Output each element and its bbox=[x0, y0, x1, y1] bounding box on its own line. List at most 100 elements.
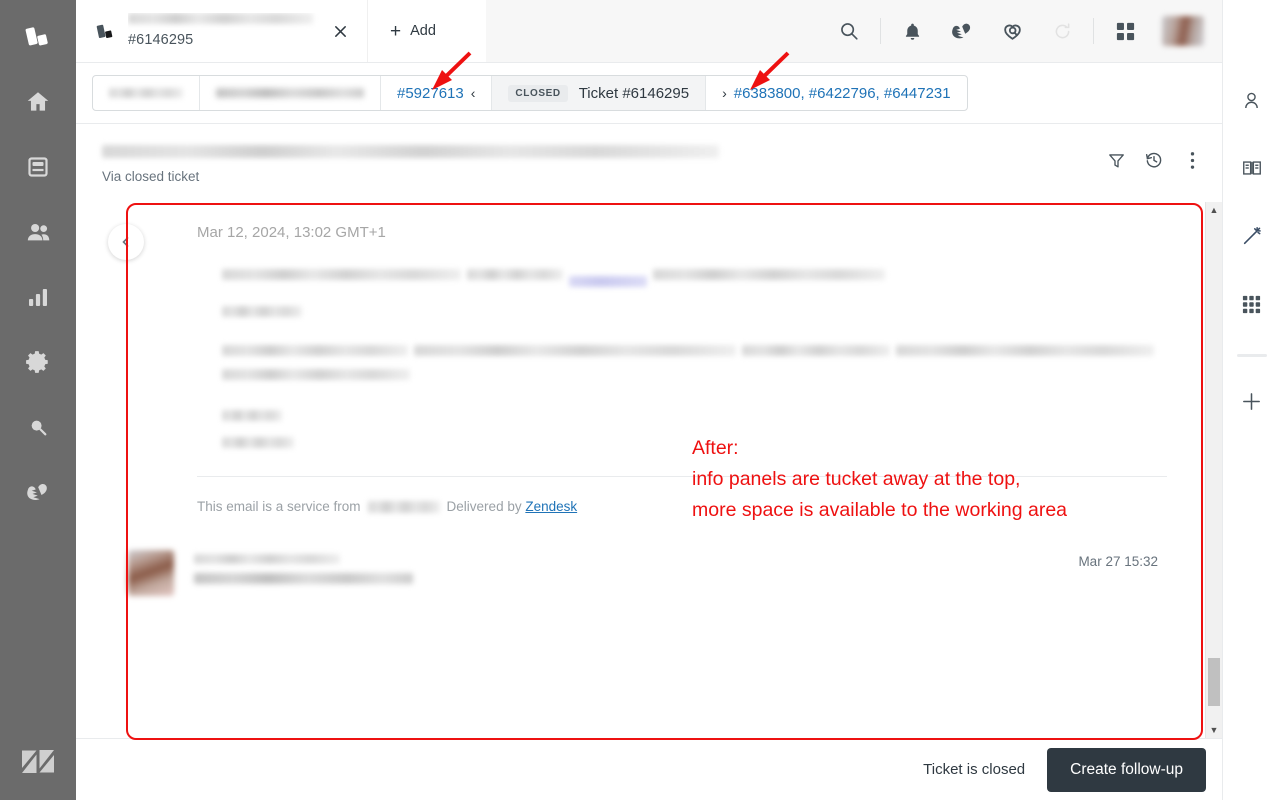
ticket-header: Via closed ticket bbox=[76, 124, 1222, 202]
product-tray-icon[interactable] bbox=[18, 18, 58, 58]
explore-q-icon[interactable] bbox=[987, 0, 1037, 63]
create-follow-up-button[interactable]: Create follow-up bbox=[1047, 747, 1206, 792]
tab-title-redacted bbox=[128, 13, 313, 24]
author-name-redacted bbox=[194, 554, 340, 564]
current-ticket-label: Ticket #6146295 bbox=[578, 84, 690, 102]
redacted-text bbox=[222, 269, 461, 280]
zendesk-logo bbox=[0, 746, 76, 776]
close-icon[interactable] bbox=[327, 18, 353, 44]
tab-title: #6146295 bbox=[128, 13, 327, 49]
redacted-text bbox=[222, 345, 408, 356]
redacted-text bbox=[222, 437, 294, 448]
email-footer-prefix: This email is a service from bbox=[197, 499, 361, 514]
sidebar-item-views[interactable] bbox=[16, 145, 60, 189]
redacted-text bbox=[222, 410, 282, 421]
message-signature bbox=[222, 410, 1192, 448]
divider bbox=[880, 18, 881, 44]
chevron-right-icon: › bbox=[722, 85, 727, 101]
event-timestamp: Mar 12, 2024, 13:02 GMT+1 bbox=[197, 224, 386, 241]
zendesk-agent-workspace: #6146295 + Add #5927613 ‹ CLOSED Ticket … bbox=[0, 0, 1280, 800]
breadcrumb-segment-2-redacted bbox=[216, 88, 364, 98]
ticket-header-actions bbox=[1100, 144, 1208, 176]
ticket-tab-active[interactable]: #6146295 bbox=[76, 0, 367, 62]
add-app-icon[interactable] bbox=[1232, 381, 1272, 421]
sidebar-item-search[interactable] bbox=[16, 405, 60, 449]
tabbar-spacer bbox=[486, 0, 824, 62]
next-comment-author bbox=[194, 550, 413, 596]
right-sidebar bbox=[1222, 0, 1280, 800]
breadcrumb-next-tickets[interactable]: › #6383800, #6422796, #6447231 bbox=[706, 76, 967, 110]
sidebar-item-reporting[interactable] bbox=[16, 275, 60, 319]
tab-ticket-id: #6146295 bbox=[128, 32, 194, 48]
sidebar-item-customers[interactable] bbox=[16, 210, 60, 254]
user-icon[interactable] bbox=[1232, 80, 1272, 120]
ticket-via-label: Via closed ticket bbox=[102, 169, 200, 184]
add-tab-label: Add bbox=[410, 23, 436, 39]
conversation-pane: Mar 12, 2024, 13:02 GMT+1 This email is … bbox=[76, 202, 1222, 738]
redacted-text bbox=[742, 345, 890, 356]
sidebar-item-explore[interactable] bbox=[16, 470, 60, 514]
chevron-left-icon: ‹ bbox=[470, 85, 476, 101]
prev-ticket-link: #5927613 bbox=[397, 84, 464, 102]
message-body bbox=[102, 241, 1192, 448]
breadcrumb-segment-2[interactable] bbox=[200, 76, 381, 110]
ticket-closed-status: Ticket is closed bbox=[923, 761, 1026, 778]
scroll-up-icon[interactable]: ▲ bbox=[1210, 202, 1219, 218]
left-sidebar bbox=[0, 0, 76, 800]
breadcrumb-pill-group: #5927613 ‹ CLOSED Ticket #6146295 › #638… bbox=[92, 75, 968, 111]
magic-wand-icon[interactable] bbox=[1232, 216, 1272, 256]
redacted-text bbox=[222, 306, 302, 317]
plus-icon: + bbox=[390, 20, 402, 42]
apps-grid-icon[interactable] bbox=[1100, 0, 1150, 63]
refresh-icon[interactable] bbox=[1037, 0, 1087, 63]
guide-heart-icon[interactable] bbox=[937, 0, 987, 63]
scroll-down-icon[interactable]: ▼ bbox=[1210, 722, 1219, 738]
top-actions bbox=[824, 0, 1222, 62]
avatar[interactable] bbox=[1162, 16, 1204, 46]
redacted-text bbox=[222, 369, 410, 380]
message-paragraph-2 bbox=[222, 345, 1192, 380]
zendesk-link[interactable]: Zendesk bbox=[525, 499, 577, 514]
history-icon[interactable] bbox=[1138, 144, 1170, 176]
add-tab-button[interactable]: + Add bbox=[367, 0, 486, 62]
redacted-text bbox=[414, 345, 736, 356]
next-tickets-links: #6383800, #6422796, #6447231 bbox=[733, 84, 951, 102]
breadcrumb: #5927613 ‹ CLOSED Ticket #6146295 › #638… bbox=[76, 63, 1222, 124]
divider bbox=[1093, 18, 1094, 44]
sidebar-item-home[interactable] bbox=[16, 80, 60, 124]
apps-dots-icon[interactable] bbox=[1232, 284, 1272, 324]
breadcrumb-current-ticket: CLOSED Ticket #6146295 bbox=[492, 76, 707, 110]
email-footer: This email is a service from Delivered b… bbox=[102, 477, 1192, 514]
redacted-text bbox=[896, 345, 1154, 356]
message-paragraph-1 bbox=[222, 269, 1192, 317]
tab-bar: #6146295 + Add bbox=[76, 0, 1222, 63]
scrollbar-track[interactable] bbox=[1208, 220, 1220, 720]
breadcrumb-prev-ticket[interactable]: #5927613 ‹ bbox=[381, 76, 493, 110]
divider bbox=[1236, 354, 1267, 357]
next-comment-date: Mar 27 15:32 bbox=[1078, 554, 1158, 569]
main-region: #6146295 + Add #5927613 ‹ CLOSED Ticket … bbox=[76, 0, 1222, 800]
collapse-panel-handle[interactable] bbox=[108, 224, 144, 260]
bell-icon[interactable] bbox=[887, 0, 937, 63]
ticket-icon bbox=[96, 21, 116, 41]
filter-icon[interactable] bbox=[1100, 144, 1132, 176]
avatar bbox=[128, 550, 174, 596]
conversation-scroll-area: Mar 12, 2024, 13:02 GMT+1 This email is … bbox=[102, 202, 1192, 738]
breadcrumb-segment-1-redacted bbox=[109, 88, 183, 98]
status-badge: CLOSED bbox=[508, 84, 568, 102]
redacted-link bbox=[569, 275, 647, 287]
chevron-left-icon bbox=[122, 237, 129, 247]
redacted-text bbox=[653, 269, 885, 280]
redacted-text bbox=[467, 269, 563, 280]
sidebar-item-admin[interactable] bbox=[16, 340, 60, 384]
conversation-scrollbar[interactable]: ▲ ▼ bbox=[1205, 202, 1222, 738]
knowledge-book-icon[interactable] bbox=[1232, 148, 1272, 188]
message-line bbox=[222, 345, 1192, 356]
scrollbar-thumb[interactable] bbox=[1208, 658, 1220, 706]
message-line bbox=[222, 269, 1192, 293]
next-comment: Mar 27 15:32 bbox=[102, 514, 1192, 596]
ticket-subject-redacted bbox=[102, 145, 719, 158]
search-icon[interactable] bbox=[824, 0, 874, 63]
more-menu-icon[interactable] bbox=[1176, 144, 1208, 176]
breadcrumb-segment-1[interactable] bbox=[93, 76, 200, 110]
